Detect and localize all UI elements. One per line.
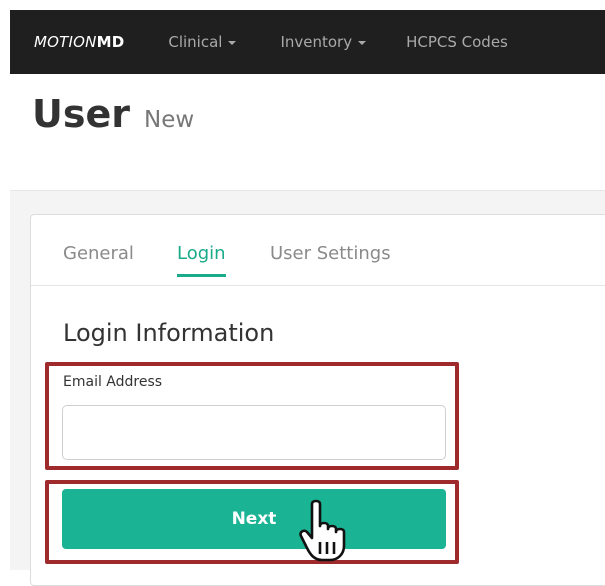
nav-item-hcpcs-codes-label: HCPCS Codes (406, 33, 508, 51)
tab-user-settings[interactable]: User Settings (270, 243, 391, 274)
caret-down-icon (358, 41, 367, 45)
brand-logo[interactable]: MOTION MD (34, 33, 124, 51)
caret-down-icon (228, 41, 237, 45)
next-button[interactable]: Next (62, 489, 446, 549)
tab-general[interactable]: General (63, 243, 134, 274)
hand-pointer-icon (299, 499, 346, 562)
nav-item-inventory[interactable]: Inventory (280, 33, 367, 51)
section-title: Login Information (63, 319, 275, 347)
top-navbar: MOTION MD Clinical Inventory HCPCS Codes (10, 10, 605, 74)
page-subtitle: New (144, 107, 195, 133)
nav-item-clinical[interactable]: Clinical (168, 33, 237, 51)
nav-item-inventory-label: Inventory (280, 33, 353, 51)
tab-login[interactable]: Login (177, 243, 226, 277)
page-title: User (32, 92, 130, 136)
page-header: User New (32, 92, 194, 136)
email-field-label: Email Address (63, 374, 163, 390)
tab-bar: General Login User Settings (31, 215, 605, 286)
brand-logo-part1: MOTION (34, 33, 97, 51)
nav-item-clinical-label: Clinical (168, 33, 223, 51)
email-field[interactable] (62, 405, 446, 460)
brand-logo-part2: MD (96, 33, 125, 51)
nav-item-hcpcs-codes[interactable]: HCPCS Codes (406, 33, 508, 51)
